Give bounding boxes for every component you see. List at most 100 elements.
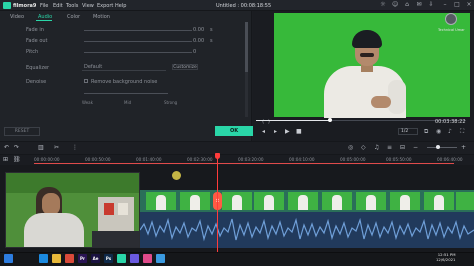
- menu-view[interactable]: View: [82, 3, 94, 9]
- panel-scrollbar-thumb[interactable]: [245, 22, 248, 72]
- equalizer-label: Equalizer: [26, 65, 50, 71]
- folder-icon[interactable]: [52, 254, 61, 263]
- menu-tools[interactable]: Tools: [66, 3, 78, 9]
- audio-waveform: [140, 217, 474, 242]
- stop-icon[interactable]: ■: [296, 128, 302, 135]
- zoom-slider-handle[interactable]: [436, 145, 440, 149]
- fade-out-unit: s: [210, 38, 213, 44]
- customize-button[interactable]: Customize: [172, 64, 198, 70]
- fade-out-value[interactable]: 0.00: [193, 38, 204, 44]
- ok-button[interactable]: OK: [215, 126, 253, 136]
- account-icon[interactable]: ☺: [392, 2, 398, 8]
- render-preview-icon[interactable]: ◎: [348, 144, 353, 151]
- app-icon-1[interactable]: [130, 254, 139, 263]
- webcam-object: [104, 203, 114, 215]
- ruler-timecode: 00:04:10:00: [289, 157, 315, 162]
- undo-icon[interactable]: ↶: [4, 144, 9, 151]
- zoom-slider[interactable]: [427, 147, 457, 148]
- pitch-label: Pitch: [26, 49, 39, 55]
- pitch-value[interactable]: 0: [193, 49, 196, 55]
- tab-color[interactable]: Color: [67, 14, 80, 20]
- edge-icon[interactable]: [39, 254, 48, 263]
- ruler-timecode: 00:01:40:00: [136, 157, 162, 162]
- webcam-desk: [92, 231, 139, 247]
- denoise-checkbox-label: Remove background noise: [91, 79, 158, 85]
- previous-frame-icon[interactable]: ◂: [262, 128, 265, 135]
- zoom-out-icon[interactable]: −: [413, 144, 418, 151]
- windows-icon[interactable]: [4, 254, 13, 263]
- close-icon[interactable]: ×: [466, 2, 472, 8]
- filmora-icon[interactable]: [117, 254, 126, 263]
- marker-icon[interactable]: ◇: [361, 144, 366, 151]
- thumb-person: [264, 195, 274, 210]
- fullscreen-icon[interactable]: ⛶: [460, 128, 464, 136]
- cart-icon[interactable]: ⌂: [404, 2, 410, 8]
- menu-file[interactable]: File: [40, 3, 48, 9]
- link-icon[interactable]: ⛓: [13, 156, 21, 163]
- lock-icon[interactable]: ⊟: [400, 144, 405, 151]
- ruler-timecode: 00:02:30:00: [187, 157, 213, 162]
- playback-quality-select[interactable]: 1/2: [398, 128, 418, 135]
- presenter-hand: [371, 96, 391, 108]
- zoom-in-icon[interactable]: +: [461, 144, 466, 151]
- ruler-timecode: 00:00:50:00: [85, 157, 111, 162]
- denoise-slider[interactable]: [84, 93, 168, 94]
- denoise-checkbox[interactable]: [84, 79, 88, 83]
- audio-mixer-icon[interactable]: ⋮: [72, 144, 78, 151]
- equalizer-select[interactable]: Default: [82, 64, 166, 71]
- volume-icon[interactable]: ♪: [448, 128, 452, 135]
- channel-name: Technical Umar: [438, 28, 465, 32]
- minimize-icon[interactable]: –: [442, 2, 448, 8]
- reset-button[interactable]: RESET: [4, 127, 40, 136]
- mixer-icon[interactable]: ≡: [387, 144, 392, 151]
- clock-date: 12/6/2021: [436, 256, 456, 262]
- webcam-person-shirt: [24, 213, 84, 247]
- lightbulb-icon[interactable]: ☼: [380, 2, 386, 8]
- add-track-icon[interactable]: ⊞: [3, 156, 8, 163]
- thumb-person: [366, 195, 376, 210]
- delete-icon[interactable]: ▥: [38, 144, 44, 151]
- chrome-icon[interactable]: [65, 254, 74, 263]
- play-icon[interactable]: ▶: [285, 128, 290, 135]
- app-icon-3[interactable]: [156, 254, 165, 263]
- photoshop-icon[interactable]: Ps: [104, 254, 113, 263]
- denoise-level-mid: Mid: [124, 100, 132, 105]
- ruler-timecode: 00:06:40:00: [437, 157, 463, 162]
- system-clock[interactable]: 12:51 PM 12/6/2021: [436, 252, 456, 262]
- thumb-person: [156, 195, 166, 210]
- tab-video[interactable]: Video: [10, 14, 24, 20]
- equalizer-value: Default: [84, 64, 103, 70]
- app-icon-2[interactable]: [143, 254, 152, 263]
- render-icon[interactable]: ⧉: [424, 128, 428, 136]
- menu-export[interactable]: Export: [97, 3, 113, 9]
- fade-out-slider[interactable]: [84, 41, 192, 42]
- menu-help[interactable]: Help: [115, 3, 126, 9]
- premiere-icon[interactable]: Pr: [78, 254, 87, 263]
- mouse-cursor: [172, 171, 181, 180]
- pitch-slider[interactable]: [84, 52, 192, 53]
- maximize-icon[interactable]: □: [454, 2, 460, 8]
- preview-timecode: 00:03:38:22: [435, 119, 466, 125]
- thumb-person: [232, 195, 242, 210]
- voiceover-icon[interactable]: ♫: [374, 144, 379, 151]
- thumb-person: [400, 195, 410, 210]
- fade-in-slider[interactable]: [84, 30, 192, 31]
- after-effects-icon[interactable]: Ae: [91, 254, 100, 263]
- thumb-person: [332, 195, 342, 210]
- tab-motion[interactable]: Motion: [93, 14, 110, 20]
- playhead-line[interactable]: [217, 158, 218, 252]
- preview-progress: [256, 120, 330, 121]
- scrubber-handle[interactable]: [327, 118, 332, 122]
- app-name: filmora9: [13, 2, 37, 9]
- work-area-bar: [34, 163, 454, 164]
- thumb-person: [298, 195, 308, 210]
- redo-icon[interactable]: ↷: [14, 144, 19, 151]
- snapshot-icon[interactable]: ◉: [436, 128, 441, 135]
- mail-icon[interactable]: ✉: [416, 2, 422, 8]
- cut-icon[interactable]: ✂: [54, 144, 59, 151]
- document-title: Untitled : 00:08:18:55: [216, 2, 272, 9]
- fade-in-value[interactable]: 0.00: [193, 27, 204, 33]
- download-icon[interactable]: ⇩: [428, 2, 434, 8]
- play-back-icon[interactable]: ▸: [274, 128, 277, 135]
- menu-edit[interactable]: Edit: [53, 3, 63, 9]
